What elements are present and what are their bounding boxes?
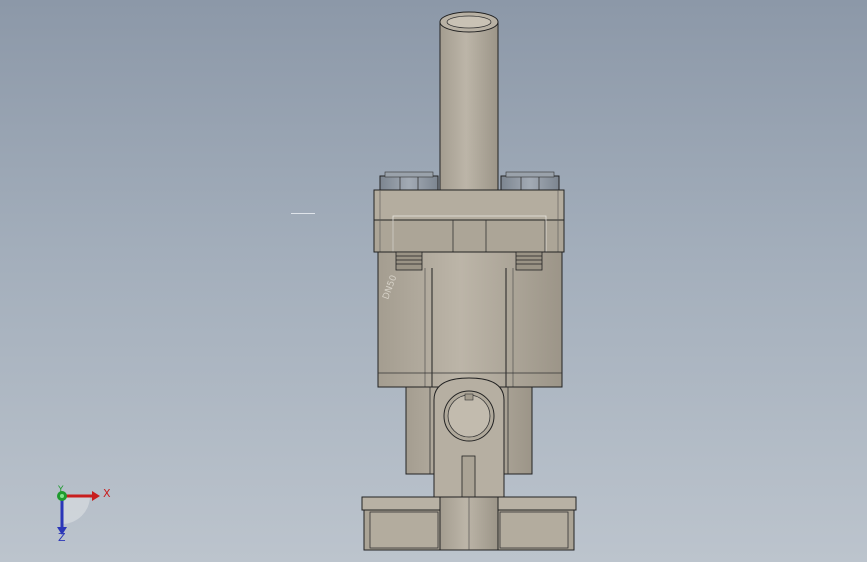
inlet-pipe	[439, 11, 499, 193]
axis-x-label: X	[103, 487, 111, 500]
base-plate	[361, 496, 577, 551]
thread-right	[515, 251, 543, 271]
bolt-head-left	[379, 171, 439, 192]
axis-y-label: Y	[58, 485, 64, 495]
orientation-triad[interactable]: X Y Z	[40, 480, 120, 550]
axis-z-label: Z	[58, 531, 66, 544]
valve-model[interactable]: DN50	[0, 0, 867, 562]
thread-left	[395, 251, 423, 271]
3d-viewport[interactable]: DN50 X Y Z	[0, 0, 867, 562]
yoke	[433, 377, 505, 499]
bolt-head-right	[500, 171, 560, 192]
edge-artifact	[291, 213, 315, 214]
valve-body	[377, 251, 563, 388]
